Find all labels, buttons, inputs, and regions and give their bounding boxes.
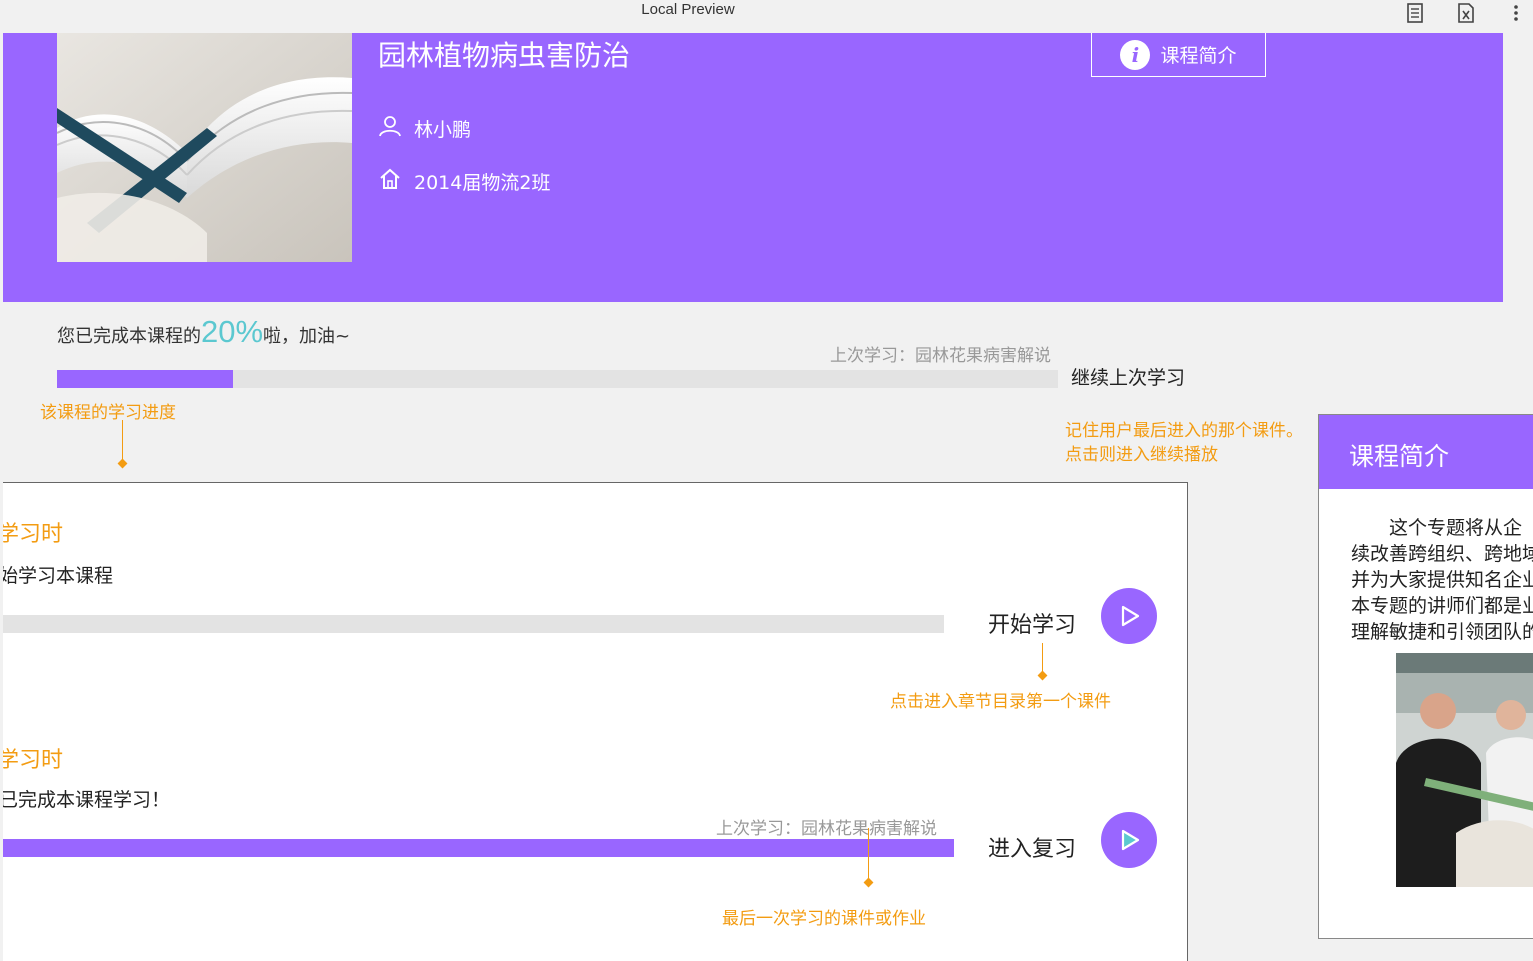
course-intro-panel: 课程简介 这个专题将从企 续改善跨组织、跨地域 并为大家提供知名企业 本专题的讲…: [1318, 414, 1533, 939]
side-line: 本专题的讲师们都是业: [1351, 595, 1533, 617]
section-title-not-started: 学习时: [3, 522, 64, 547]
section-text-not-started: 始学习本课程: [3, 565, 114, 587]
annotation-progress-dot: [117, 458, 128, 469]
side-panel-title: 课程简介: [1319, 415, 1533, 489]
annotation-start-dot: [1037, 670, 1048, 681]
course-progress-fill: [57, 370, 234, 388]
section2-last-study: 上次学习：园林花果病害解说: [716, 819, 937, 839]
course-status-card: 学习时 始学习本课程 开始学习 点击进入章节目录第一个课件 学习时 已完成本课程…: [3, 482, 1188, 961]
class-name: 2014届物流2班: [414, 172, 551, 194]
side-line: 续改善跨组织、跨地域: [1351, 543, 1533, 565]
window-titlebar: Local Preview: [0, 0, 1533, 33]
more-menu-icon[interactable]: [1510, 2, 1522, 24]
progress-percent: 20%: [201, 314, 264, 349]
section2-progress-fill: [3, 839, 954, 857]
progress-message: 您已完成本课程的 20% 啦，加油~: [57, 314, 350, 350]
course-intro-button[interactable]: i 课程简介: [1091, 33, 1266, 77]
course-progress-bar: [57, 370, 1058, 388]
teacher-name: 林小鹏: [414, 119, 472, 141]
play-icon: [1121, 829, 1140, 851]
side-line: 并为大家提供知名企业: [1351, 569, 1533, 591]
course-header: 园林植物病虫害防治 林小鹏 2014届物流2班 i 课程简介: [3, 33, 1503, 302]
section1-progress-bar: [3, 615, 944, 633]
annotation-start: 点击进入章节目录第一个课件: [890, 692, 1111, 712]
export-icon[interactable]: [1455, 2, 1477, 24]
course-cover-image: [57, 33, 352, 262]
annotation-continue-line1: 记住用户最后进入的那个课件。: [1065, 421, 1303, 441]
annotation-progress: 该课程的学习进度: [40, 403, 176, 423]
class-row: 2014届物流2班: [378, 167, 550, 196]
course-title: 园林植物病虫害防治: [378, 39, 631, 72]
window-title: Local Preview: [641, 1, 735, 18]
annotation-continue-line2: 点击则进入继续播放: [1065, 445, 1218, 465]
section2-progress-bar: [3, 839, 954, 857]
side-line: 理解敏捷和引领团队的: [1351, 621, 1533, 643]
user-icon: [378, 114, 414, 143]
progress-suffix: 啦，加油~: [263, 326, 351, 347]
side-panel-text: 这个专题将从企 续改善跨组织、跨地域 并为大家提供知名企业 本专题的讲师们都是业…: [1351, 515, 1533, 645]
review-label[interactable]: 进入复习: [988, 831, 1076, 863]
intro-photo: [1396, 653, 1533, 887]
start-learning-button[interactable]: [1101, 588, 1157, 644]
continue-learning-button[interactable]: 继续上次学习: [1071, 363, 1185, 390]
document-icon[interactable]: [1404, 2, 1426, 24]
last-study-text: 上次学习：园林花果病害解说: [830, 346, 1051, 366]
play-icon: [1121, 605, 1140, 627]
start-learning-label[interactable]: 开始学习: [988, 607, 1076, 639]
annotation-review-dot: [863, 877, 874, 888]
info-icon: i: [1120, 39, 1151, 70]
annotation-start-line: [1042, 643, 1043, 673]
review-button[interactable]: [1101, 812, 1157, 868]
annotation-progress-line: [122, 420, 123, 462]
annotation-review: 最后一次学习的课件或作业: [722, 909, 926, 929]
progress-prefix: 您已完成本课程的: [57, 326, 201, 347]
teacher-row: 林小鹏: [378, 114, 471, 143]
section-text-completed: 已完成本课程学习！: [3, 789, 171, 811]
home-icon: [378, 167, 414, 196]
section-title-completed: 学习时: [3, 748, 64, 773]
side-line: 这个专题将从企: [1351, 517, 1523, 539]
annotation-review-line: [868, 828, 869, 880]
course-intro-label: 课程简介: [1160, 45, 1237, 67]
